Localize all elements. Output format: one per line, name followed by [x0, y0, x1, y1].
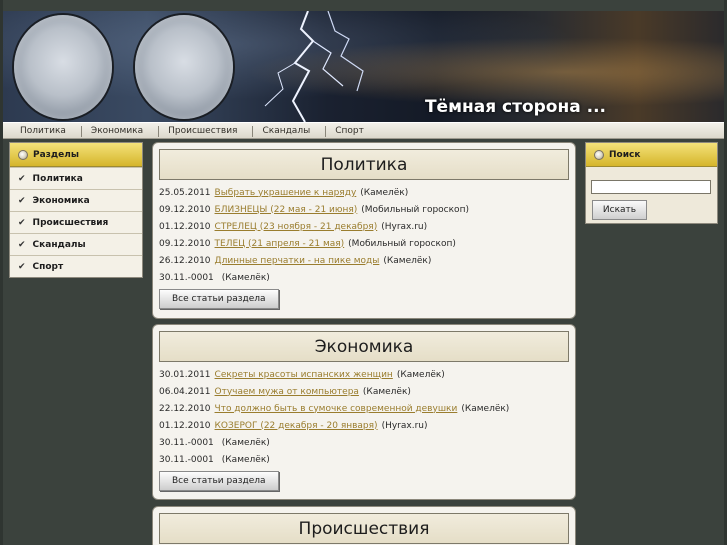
news-link[interactable]: Что должно быть в сумочке современной де…	[215, 404, 458, 414]
news-item: 01.12.2010 СТРЕЛЕЦ (23 ноября - 21 декаб…	[159, 218, 569, 235]
sidebar-item-sport[interactable]: ✔ Спорт	[10, 255, 142, 277]
all-articles-button[interactable]: Все статьи раздела	[159, 471, 279, 491]
sections-heading: Разделы	[10, 143, 142, 167]
sidebar-item-skandaly[interactable]: ✔ Скандалы	[10, 233, 142, 255]
news-link[interactable]: Отучаем мужа от компьютера	[215, 387, 359, 397]
lightning-image	[264, 11, 364, 122]
bullet-icon	[18, 149, 28, 160]
news-link[interactable]: КОЗЕРОГ (22 декабря - 20 января)	[215, 421, 378, 431]
news-source: (Камелёк)	[221, 437, 270, 448]
sidebar-item-label: Экономика	[32, 195, 90, 206]
news-source: (Мобильный гороскоп)	[361, 204, 469, 215]
news-item: 22.12.2010 Что должно быть в сумочке сов…	[159, 400, 569, 417]
news-source: (Камелёк)	[461, 403, 510, 414]
left-sidebar: Разделы ✔ Политика ✔ Экономика ✔ Происше…	[9, 142, 143, 278]
news-item: 06.04.2011 Отучаем мужа от компьютера (К…	[159, 383, 569, 400]
section-panel-ekonomika: Экономика 30.01.2011 Секреты красоты исп…	[152, 324, 576, 500]
check-icon: ✔	[18, 217, 26, 228]
news-source: (Hyrax.ru)	[381, 221, 428, 232]
sidebar-item-label: Происшествия	[32, 217, 109, 228]
check-icon: ✔	[18, 261, 26, 272]
section-panel-politika: Политика 25.05.2011 Выбрать украшение к …	[152, 142, 576, 319]
topnav-item-proisshestviya[interactable]: Происшествия	[159, 125, 254, 137]
moon-image-left	[14, 15, 112, 119]
sidebar-item-ekonomika[interactable]: ✔ Экономика	[10, 189, 142, 211]
search-button[interactable]: Искать	[592, 199, 647, 220]
check-icon: ✔	[18, 239, 26, 250]
sidebar-item-label: Спорт	[32, 261, 64, 272]
search-heading: Поиск	[586, 143, 717, 167]
news-item: 09.12.2010 БЛИЗНЕЦЫ (22 мая - 21 июня) (…	[159, 201, 569, 218]
topnav-item-sport[interactable]: Спорт	[326, 126, 380, 136]
news-date: 09.12.2010	[159, 238, 211, 249]
top-navigation: Политика Экономика Происшествия Скандалы…	[3, 122, 724, 139]
news-date: 01.12.2010	[159, 221, 211, 232]
news-list: 30.01.2011 Секреты красоты испанских жен…	[159, 362, 569, 468]
news-date: 25.05.2011	[159, 187, 211, 198]
news-source: (Камелёк)	[383, 255, 432, 266]
topnav-item-politika[interactable]: Политика	[11, 125, 82, 137]
news-source: (Мобильный гороскоп)	[348, 238, 456, 249]
search-heading-label: Поиск	[609, 149, 641, 160]
news-date: 09.12.2010	[159, 204, 211, 215]
news-link[interactable]: БЛИЗНЕЦЫ (22 мая - 21 июня)	[215, 205, 358, 215]
news-item: 30.11.-0001 (Камелёк)	[159, 451, 569, 468]
site-header: Тёмная сторона ...	[3, 11, 724, 122]
news-item: 01.12.2010 КОЗЕРОГ (22 декабря - 20 янва…	[159, 417, 569, 434]
site-title: Тёмная сторона ...	[424, 97, 606, 117]
sidebar-item-politika[interactable]: ✔ Политика	[10, 167, 142, 189]
moon-image-right	[135, 15, 233, 119]
news-link[interactable]: СТРЕЛЕЦ (23 ноября - 21 декабря)	[215, 222, 378, 232]
news-source: (Камелёк)	[360, 187, 409, 198]
check-icon: ✔	[18, 195, 26, 206]
section-panel-proisshestviya: Происшествия	[152, 506, 576, 545]
news-date: 30.11.-0001	[159, 454, 214, 465]
news-link[interactable]: Выбрать украшение к наряду	[215, 188, 357, 198]
news-item: 26.12.2010 Длинные перчатки - на пике мо…	[159, 252, 569, 269]
section-title: Политика	[159, 149, 569, 180]
section-title: Происшествия	[159, 513, 569, 544]
right-sidebar: Поиск Искать	[585, 142, 718, 224]
sections-heading-label: Разделы	[33, 149, 80, 160]
news-date: 30.01.2011	[159, 369, 211, 380]
news-source: (Камелёк)	[221, 272, 270, 283]
section-title: Экономика	[159, 331, 569, 362]
news-date: 06.04.2011	[159, 386, 211, 397]
news-date: 26.12.2010	[159, 255, 211, 266]
news-list: 25.05.2011 Выбрать украшение к наряду (К…	[159, 180, 569, 286]
sidebar-item-proisshestviya[interactable]: ✔ Происшествия	[10, 211, 142, 233]
search-input[interactable]	[591, 180, 711, 194]
news-link[interactable]: ТЕЛЕЦ (21 апреля - 21 мая)	[215, 239, 345, 249]
news-date: 01.12.2010	[159, 420, 211, 431]
news-source: (Hyrax.ru)	[381, 420, 428, 431]
sidebar-item-label: Политика	[32, 173, 83, 184]
topnav-item-skandaly[interactable]: Скандалы	[253, 125, 326, 137]
check-icon: ✔	[18, 173, 26, 184]
news-item: 30.11.-0001 (Камелёк)	[159, 269, 569, 286]
news-link[interactable]: Секреты красоты испанских женщин	[215, 370, 393, 380]
topnav-item-ekonomika[interactable]: Экономика	[82, 125, 160, 137]
all-articles-button[interactable]: Все статьи раздела	[159, 289, 279, 309]
news-link[interactable]: Длинные перчатки - на пике моды	[215, 256, 380, 266]
news-date: 30.11.-0001	[159, 272, 214, 283]
news-source: (Камелёк)	[396, 369, 445, 380]
bullet-icon	[594, 149, 604, 160]
news-source: (Камелёк)	[221, 454, 270, 465]
news-item: 30.01.2011 Секреты красоты испанских жен…	[159, 366, 569, 383]
sidebar-item-label: Скандалы	[32, 239, 86, 250]
news-item: 25.05.2011 Выбрать украшение к наряду (К…	[159, 184, 569, 201]
news-item: 30.11.-0001 (Камелёк)	[159, 434, 569, 451]
news-date: 22.12.2010	[159, 403, 211, 414]
news-date: 30.11.-0001	[159, 437, 214, 448]
news-item: 09.12.2010 ТЕЛЕЦ (21 апреля - 21 мая) (М…	[159, 235, 569, 252]
news-source: (Камелёк)	[362, 386, 411, 397]
